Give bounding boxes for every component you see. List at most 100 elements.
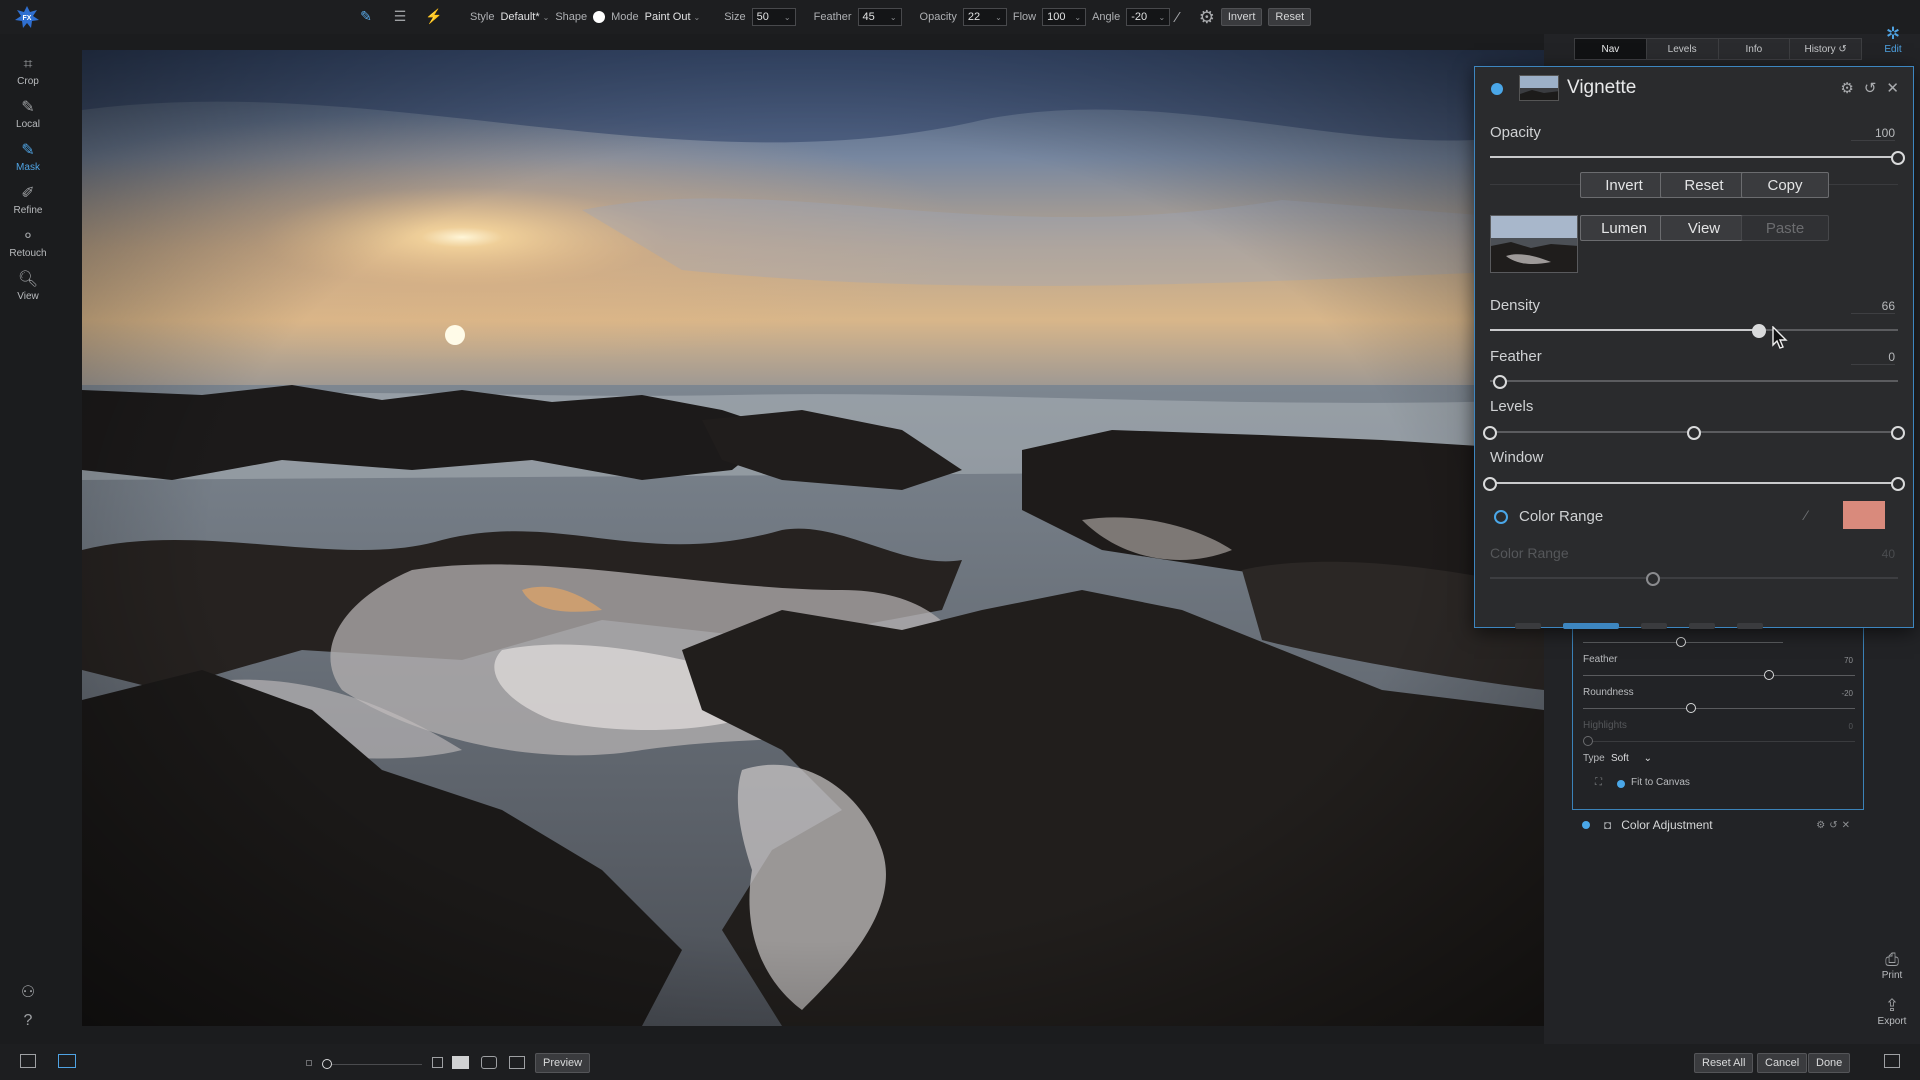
under-feather-value[interactable]: 70 [1844, 656, 1853, 665]
reset-all-button[interactable]: Reset All [1694, 1053, 1754, 1073]
type-value: Soft [1611, 753, 1629, 764]
reset-button[interactable]: Reset [1268, 8, 1312, 26]
preview-button[interactable]: Preview [535, 1053, 591, 1073]
zoom-min-icon[interactable] [306, 1060, 312, 1066]
eyedropper-icon[interactable]: ⁄ [1805, 507, 1807, 523]
levels-white-handle[interactable] [1891, 426, 1905, 440]
density-slider[interactable] [1490, 329, 1898, 331]
mode-dropdown[interactable]: Paint Out ⌄ [645, 11, 701, 23]
tool-mask[interactable]: ✎ Mask [0, 142, 56, 173]
invert-mask-button[interactable]: Invert [1580, 172, 1668, 198]
toggle-right-panel-icon[interactable] [1884, 1054, 1900, 1068]
roundness-handle[interactable] [1686, 703, 1696, 713]
tool-refine[interactable]: ✐ Refine [0, 185, 56, 216]
mask-thumbnail[interactable] [1490, 215, 1578, 273]
color-range-toggle[interactable] [1494, 510, 1508, 524]
density-handle[interactable] [1752, 324, 1767, 338]
tool-local[interactable]: ✎ Local [0, 99, 56, 130]
app-logo-icon[interactable]: FX [14, 6, 40, 28]
compare-icon[interactable] [509, 1056, 525, 1069]
opacity-slider[interactable] [1490, 156, 1898, 158]
size-input[interactable]: 50 ⌄ [751, 8, 796, 26]
roundness-value[interactable]: -20 [1841, 689, 1853, 698]
feather-handle[interactable] [1493, 375, 1507, 389]
account-icon[interactable]: ⚇ [0, 984, 56, 1004]
levels-mid-handle[interactable] [1687, 426, 1701, 440]
angle-input[interactable]: -20 ⌄ [1126, 8, 1171, 26]
toggle-left-panel-icon[interactable] [20, 1054, 36, 1068]
brush-tool-icon[interactable]: ✎ [356, 6, 376, 26]
opacity-value[interactable]: 100 [1851, 126, 1895, 141]
help-icon[interactable]: ? [0, 1012, 56, 1032]
layer-actions[interactable]: ⚙↺✕ [1816, 820, 1854, 831]
cancel-button[interactable]: Cancel [1757, 1053, 1808, 1073]
panel-tab-active[interactable] [1563, 623, 1619, 629]
window-low-handle[interactable] [1483, 477, 1497, 491]
panel-tab[interactable] [1689, 623, 1715, 629]
view-mask-button[interactable]: View [1660, 215, 1748, 241]
export-button[interactable]: ⇪ Export [1872, 996, 1912, 1027]
window-fill [1490, 482, 1898, 484]
style-dropdown[interactable]: Default* ⌄ [500, 11, 549, 23]
levels-black-handle[interactable] [1483, 426, 1497, 440]
wand-icon[interactable]: ⁄ [1176, 9, 1179, 26]
tool-retouch[interactable]: ⚬ Retouch [0, 228, 56, 259]
overlay-icon[interactable] [481, 1056, 497, 1069]
panel-tab[interactable] [1515, 623, 1541, 629]
show-mask-icon[interactable] [452, 1056, 469, 1069]
zoom-slider-track[interactable] [332, 1064, 422, 1065]
tab-info[interactable]: Info [1719, 39, 1791, 59]
done-button[interactable]: Done [1808, 1053, 1851, 1073]
reset-icon[interactable]: ↺ [1829, 820, 1841, 831]
opacity-handle[interactable] [1891, 151, 1905, 165]
tab-history-label: History [1804, 43, 1836, 55]
window-high-handle[interactable] [1891, 477, 1905, 491]
tab-nav[interactable]: Nav [1575, 39, 1647, 59]
tab-levels[interactable]: Levels [1647, 39, 1719, 59]
layer-color-adjustment[interactable]: ◘ Color Adjustment ⚙↺✕ [1572, 812, 1864, 838]
feather-value[interactable]: 0 [1851, 350, 1895, 365]
under-feather-handle[interactable] [1764, 670, 1774, 680]
under-slider-handle[interactable] [1676, 637, 1686, 647]
gear-icon[interactable]: ⚙ [1840, 79, 1853, 97]
layer-visibility-dot[interactable] [1582, 821, 1590, 829]
tool-crop[interactable]: ⌗ Crop [0, 56, 56, 87]
export-label: Export [1877, 1016, 1907, 1027]
reset-mask-button[interactable]: Reset [1660, 172, 1748, 198]
chevron-down-icon: ⌄ [1643, 753, 1652, 764]
window-slider[interactable] [1490, 482, 1898, 484]
single-view-icon[interactable] [58, 1054, 76, 1068]
panel-tab[interactable] [1737, 623, 1763, 629]
opacity-input[interactable]: 22 ⌄ [962, 8, 1007, 26]
close-icon[interactable]: ✕ [1886, 79, 1899, 97]
feather-slider[interactable] [1490, 380, 1898, 382]
edit-button[interactable]: ✲ Edit [1876, 24, 1910, 55]
tab-history[interactable]: History ↺ [1790, 39, 1861, 59]
retouch-icon: ⚬ [21, 228, 35, 245]
layer-visibility-dot[interactable] [1491, 83, 1503, 95]
perfect-brush-icon[interactable]: ☰ [390, 6, 410, 26]
under-feather-slider[interactable] [1583, 675, 1855, 676]
color-range-swatch[interactable] [1843, 501, 1885, 529]
copy-mask-button[interactable]: Copy [1741, 172, 1829, 198]
panel-tab[interactable] [1641, 623, 1667, 629]
feather-input[interactable]: 45 ⌄ [857, 8, 902, 26]
type-dropdown[interactable]: Soft ⌄ [1611, 753, 1652, 764]
reset-icon[interactable]: ↺ [1864, 79, 1877, 97]
zoom-slider-handle[interactable] [322, 1059, 332, 1069]
lumen-button[interactable]: Lumen [1580, 215, 1668, 241]
fit-to-canvas-radio[interactable] [1617, 780, 1625, 788]
invert-button[interactable]: Invert [1220, 8, 1263, 26]
print-button[interactable]: ⎙ Print [1872, 950, 1912, 981]
magic-brush-icon[interactable]: ⚡ [424, 6, 444, 26]
roundness-slider[interactable] [1583, 708, 1855, 709]
photo-canvas[interactable] [82, 50, 1544, 1026]
gear-icon[interactable]: ⚙ [1199, 7, 1215, 28]
tool-view[interactable]: 🔍︎ View [0, 271, 56, 302]
gear-icon[interactable]: ⚙ [1816, 820, 1829, 831]
flow-input[interactable]: 100 ⌄ [1042, 8, 1087, 26]
frame-icon[interactable] [432, 1057, 443, 1068]
density-value[interactable]: 66 [1851, 299, 1895, 314]
shape-round-toggle[interactable] [593, 11, 606, 23]
close-icon[interactable]: ✕ [1842, 820, 1854, 831]
